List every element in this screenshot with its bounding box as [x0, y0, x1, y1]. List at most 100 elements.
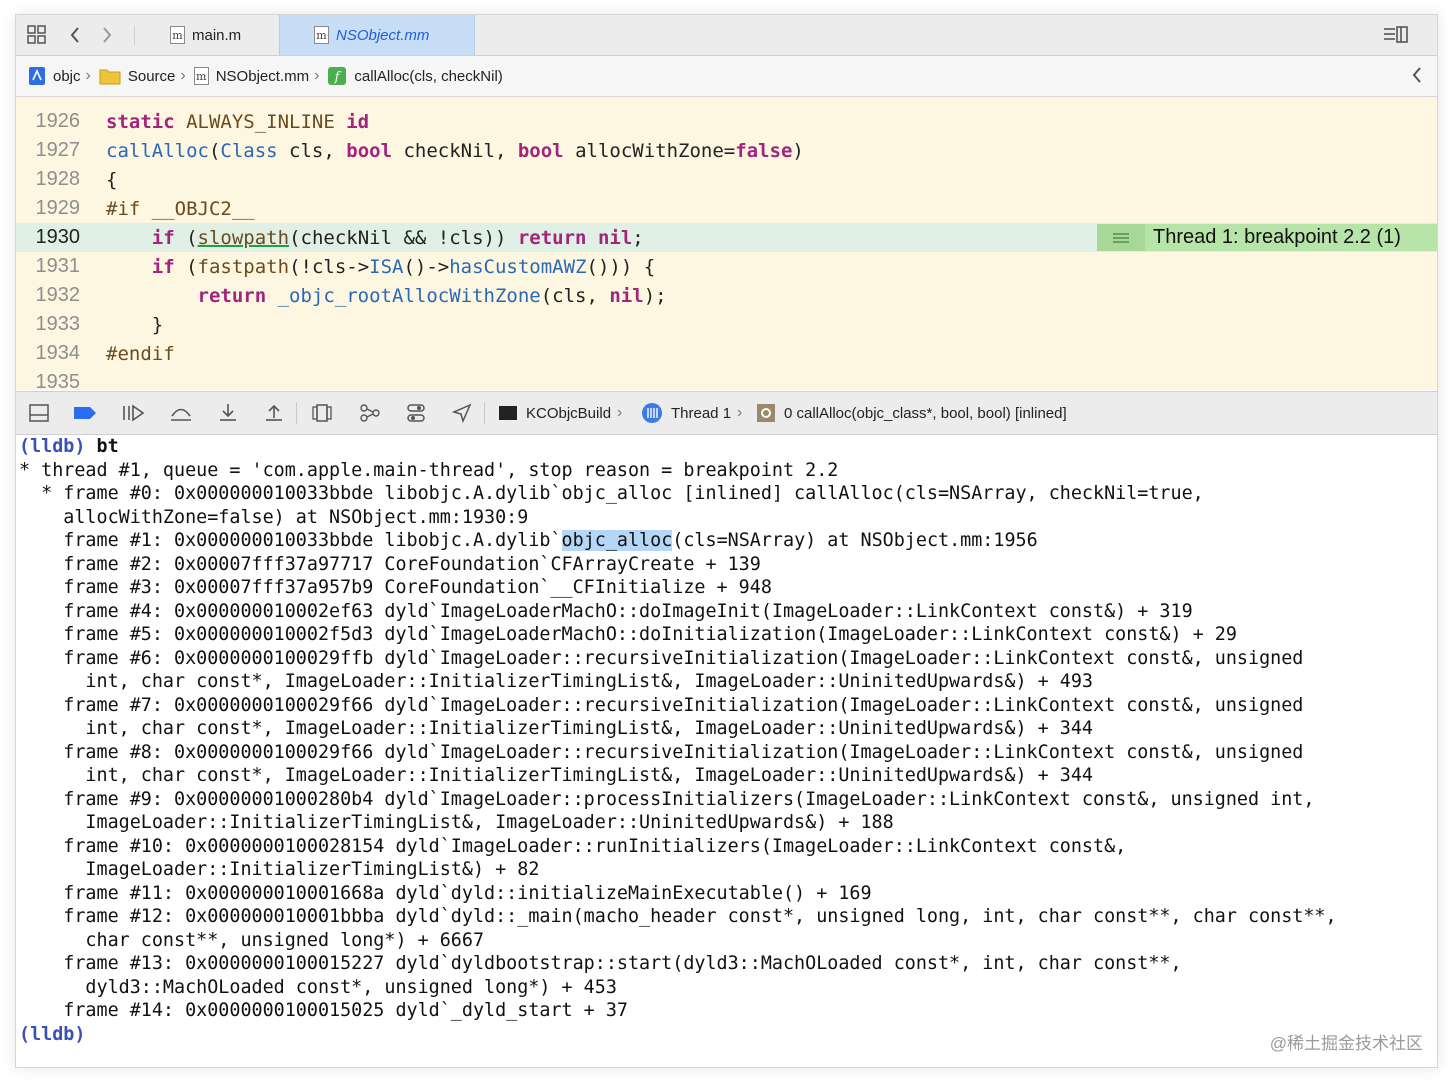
- code-line: 1935: [16, 368, 1437, 390]
- simulate-location-icon[interactable]: [449, 400, 475, 426]
- lldb-prompt: (lldb): [19, 436, 86, 457]
- console-line: frame #11: 0x000000010001668a dyld`dyld:…: [19, 883, 872, 904]
- console-line: (lldb): [19, 1023, 85, 1047]
- console-line: frame #10: 0x0000000100028154 dyld`Image…: [19, 836, 1127, 857]
- console-line: frame #3: 0x00007fff37a957b9 CoreFoundat…: [19, 577, 772, 598]
- thread-icon: [641, 402, 663, 424]
- console-line: int, char const*, ImageLoader::Initializ…: [19, 718, 1093, 739]
- breadcrumb-item-source[interactable]: Source: [99, 67, 176, 85]
- memory-graph-icon[interactable]: [357, 400, 383, 426]
- console-line: frame #14: 0x0000000100015025 dyld`_dyld…: [19, 1000, 628, 1021]
- line-number: 1933: [35, 313, 81, 335]
- code-text: #if __OBJC2__: [106, 197, 255, 220]
- m-file-icon: m: [314, 26, 329, 44]
- grid-icon[interactable]: [24, 15, 50, 55]
- breakpoint-label: Thread 1: breakpoint 2.2 (1): [1153, 226, 1401, 248]
- view-hierarchy-icon[interactable]: [309, 400, 335, 426]
- chevron-left-icon[interactable]: [1411, 66, 1423, 88]
- folder-icon: [99, 67, 121, 85]
- frame-selector[interactable]: 0 callAlloc(objc_class*, bool, bool) [in…: [756, 392, 1067, 434]
- frame-label: 0 callAlloc(objc_class*, bool, bool) [in…: [784, 404, 1067, 422]
- lldb-console[interactable]: (lldb) bt * thread #1, queue = 'com.appl…: [16, 435, 1437, 1067]
- code-line: 1932 return _objc_rootAllocWithZone(cls,…: [16, 281, 1437, 310]
- code-line: 1926 static ALWAYS_INLINE id: [16, 107, 1437, 136]
- terminal-icon: [498, 405, 518, 421]
- watermark: @稀土掘金技术社区: [1269, 1034, 1423, 1053]
- console-line: int, char const*, ImageLoader::Initializ…: [19, 765, 1093, 786]
- command-text: bt: [85, 436, 119, 457]
- code-text: }: [106, 313, 164, 336]
- console-line: frame #8: 0x0000000100029f66 dyld`ImageL…: [19, 742, 1304, 763]
- console-line: frame #6: 0x0000000100029ffb dyld`ImageL…: [19, 648, 1304, 669]
- related-items-icon[interactable]: [1382, 15, 1410, 55]
- menu-icon: [1097, 224, 1145, 251]
- code-text: static ALWAYS_INLINE id: [106, 110, 370, 133]
- target-selector[interactable]: KCObjcBuild ›: [498, 392, 622, 434]
- console-line: * frame #0: 0x000000010033bbde libobjc.A…: [19, 483, 1204, 504]
- hide-debug-area-icon[interactable]: [26, 400, 52, 426]
- environment-overrides-icon[interactable]: [403, 400, 429, 426]
- console-line: frame #5: 0x000000010002f5d3 dyld`ImageL…: [19, 624, 1237, 645]
- function-icon: f: [327, 66, 347, 86]
- m-file-icon: m: [193, 67, 209, 85]
- m-file-icon: m: [170, 26, 185, 44]
- line-number: 1929: [35, 197, 81, 219]
- console-line: int, char const*, ImageLoader::Initializ…: [19, 671, 1093, 692]
- project-icon: [28, 66, 46, 86]
- source-editor[interactable]: 1926 static ALWAYS_INLINE id 1927 callAl…: [16, 97, 1437, 390]
- breadcrumb-label: callAlloc(cls, checkNil): [354, 67, 503, 85]
- chevron-right-icon: ›: [617, 404, 623, 421]
- line-number: 1935: [35, 371, 81, 390]
- console-line: frame #12: 0x000000010001bbba dyld`dyld:…: [19, 906, 1337, 927]
- console-line: char const**, unsigned long*) + 6667: [19, 930, 485, 951]
- line-number: 1926: [35, 110, 81, 132]
- code-text: {: [106, 168, 118, 191]
- debug-bar: KCObjcBuild › Thread 1 › 0 callAlloc(obj…: [16, 391, 1437, 435]
- breadcrumb-label: NSObject.mm: [215, 67, 310, 85]
- breakpoints-toggle-icon[interactable]: [72, 400, 98, 426]
- console-line: frame #2: 0x00007fff37a97717 CoreFoundat…: [19, 554, 761, 575]
- step-out-icon[interactable]: [261, 400, 287, 426]
- console-line: dyld3::MachOLoaded const*, unsigned long…: [19, 977, 617, 998]
- console-line: allocWithZone=false) at NSObject.mm:1930…: [19, 507, 529, 528]
- chevron-right-icon: ›: [85, 67, 91, 84]
- current-code-line: 1930 if (slowpath(checkNil && !cls)) ret…: [16, 223, 1437, 252]
- line-number: 1931: [35, 255, 81, 277]
- continue-icon[interactable]: [120, 400, 146, 426]
- console-line: (lldb) bt: [19, 435, 119, 459]
- breadcrumb-item-nsobject[interactable]: m NSObject.mm: [193, 67, 310, 85]
- thread-label: Thread 1: [671, 404, 732, 422]
- code-line: 1929 #if __OBJC2__: [16, 194, 1437, 223]
- forward-icon[interactable]: [96, 15, 118, 55]
- breadcrumb-item-function[interactable]: f callAlloc(cls, checkNil): [327, 66, 503, 86]
- breadcrumb-item-objc[interactable]: objc: [28, 66, 81, 86]
- console-line: frame #7: 0x0000000100029f66 dyld`ImageL…: [19, 695, 1304, 716]
- code-text: if (slowpath(checkNil && !cls)) return n…: [151, 226, 644, 249]
- divider: [296, 402, 297, 424]
- step-over-icon[interactable]: [168, 400, 194, 426]
- console-line: * thread #1, queue = 'com.apple.main-thr…: [19, 460, 839, 481]
- console-line: ImageLoader::InitializerTimingList&, Ima…: [19, 812, 894, 833]
- line-number: 1928: [35, 168, 81, 190]
- thread-selector[interactable]: Thread 1 ›: [641, 392, 742, 434]
- code-text: if (fastpath(!cls->ISA()->hasCustomAWZ()…: [151, 255, 656, 278]
- selected-text: objc_alloc: [561, 530, 673, 551]
- console-line: frame #13: 0x0000000100015227 dyld`dyldb…: [19, 953, 1182, 974]
- line-number: 1932: [35, 284, 81, 306]
- breadcrumb-label: Source: [127, 67, 176, 85]
- chevron-right-icon: ›: [737, 404, 743, 421]
- console-line: frame #9: 0x00000001000280b4 dyld`ImageL…: [19, 789, 1315, 810]
- back-icon[interactable]: [64, 15, 86, 55]
- code-text: callAlloc(Class cls, bool checkNil, bool…: [106, 139, 804, 162]
- step-into-icon[interactable]: [215, 400, 241, 426]
- xcode-window: m main.m m NSObject.mm objc › Source › m: [15, 14, 1438, 1068]
- line-number: 1930: [35, 226, 81, 248]
- divider: [484, 402, 485, 424]
- code-line: 1934 #endif: [16, 339, 1437, 368]
- tab-bar: m main.m m NSObject.mm: [16, 15, 1437, 56]
- tab-nsobject-mm[interactable]: m NSObject.mm: [279, 15, 475, 55]
- code-text: return _objc_rootAllocWithZone(cls, nil)…: [197, 284, 667, 307]
- breakpoint-banner[interactable]: Thread 1: breakpoint 2.2 (1): [1097, 224, 1437, 251]
- console-line-frame1: frame #1: 0x000000010033bbde libobjc.A.d…: [19, 530, 1038, 551]
- tab-main-m[interactable]: m main.m: [164, 15, 284, 55]
